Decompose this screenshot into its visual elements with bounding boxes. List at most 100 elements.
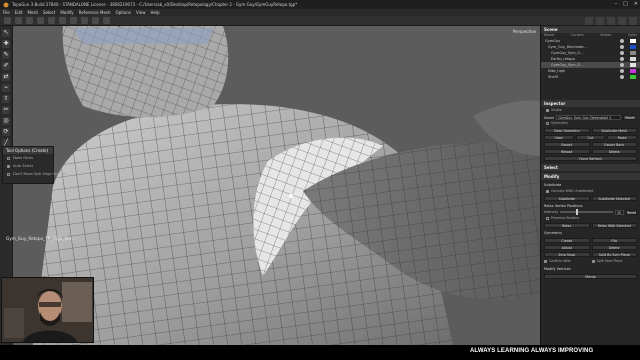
- visibility-icon[interactable]: [620, 75, 624, 79]
- scene-row[interactable]: Shell?: [541, 74, 640, 80]
- duplicate-mesh-button[interactable]: Duplicate Mesh: [591, 128, 637, 133]
- menu-file[interactable]: File: [3, 10, 10, 15]
- clear-geometry-button[interactable]: Clear Geometry: [544, 128, 590, 133]
- relax-selected-button[interactable]: Relax With Selected: [591, 223, 637, 228]
- brush-tool-icon[interactable]: ⌁: [2, 84, 10, 92]
- make-faces-option[interactable]: Make Faces: [3, 154, 53, 162]
- xray-icon[interactable]: [81, 17, 88, 24]
- paste-button[interactable]: Paste: [607, 135, 638, 140]
- color-swatch[interactable]: [630, 75, 636, 79]
- confirm-after-option[interactable]: Confirm after: [544, 258, 590, 264]
- extrude-tool-icon[interactable]: ⇧: [2, 95, 10, 103]
- open-file-icon[interactable]: [15, 17, 22, 24]
- preserve-borders-option[interactable]: Preserve Borders: [541, 215, 640, 221]
- visibility-icon[interactable]: [620, 39, 624, 43]
- color-swatch[interactable]: [630, 69, 636, 73]
- visibility-icon[interactable]: [620, 69, 624, 73]
- undo-icon[interactable]: [37, 17, 44, 24]
- color-swatch[interactable]: [630, 57, 636, 61]
- modify-section-title[interactable]: Modify: [541, 173, 640, 180]
- menu-options[interactable]: Options: [116, 10, 131, 15]
- overlay-filename: Gym_Guy_Retopo_TR_High_Ret...: [6, 236, 76, 241]
- split-sym-plane-button[interactable]: Split By Sym Plane: [591, 252, 637, 257]
- menu-help[interactable]: Help: [150, 10, 159, 15]
- intensity-track[interactable]: [560, 209, 613, 215]
- reset-button[interactable]: Reset: [623, 115, 637, 120]
- shading-icon[interactable]: [70, 17, 77, 24]
- close-icon[interactable]: ✕: [634, 1, 638, 7]
- checkbox-icon[interactable]: [546, 108, 549, 112]
- intensity-knob[interactable]: [576, 209, 579, 215]
- checkbox-icon[interactable]: [7, 156, 10, 160]
- bridge-tool-icon[interactable]: ⇄: [2, 73, 10, 81]
- checkbox-icon[interactable]: [546, 216, 549, 220]
- symmetry-toggle[interactable]: Symmetry: [541, 120, 640, 126]
- copy-button[interactable]: Copy: [544, 135, 574, 140]
- visibility-icon[interactable]: [620, 45, 624, 49]
- color-swatch[interactable]: [630, 63, 636, 67]
- redo-icon[interactable]: [48, 17, 55, 24]
- wireframe-icon[interactable]: [59, 17, 66, 24]
- flip-button[interactable]: Flip: [591, 238, 637, 243]
- create-tool-icon[interactable]: ✚: [2, 40, 10, 48]
- merge-button[interactable]: Merge: [544, 274, 637, 279]
- camera-icon[interactable]: [103, 17, 110, 24]
- dont-move-split-option[interactable]: Don't Move Split Edge Vertices: [3, 170, 67, 178]
- cut-button[interactable]: Cut: [575, 135, 606, 140]
- scene-panel-icon[interactable]: [618, 17, 626, 25]
- visible-toggle[interactable]: Visible: [541, 107, 640, 113]
- menu-mesh[interactable]: Mesh: [27, 10, 38, 15]
- delete-button[interactable]: Delete: [591, 149, 637, 154]
- grid-icon[interactable]: [92, 17, 99, 24]
- menu-reference-mesh[interactable]: Reference Mesh: [79, 10, 111, 15]
- new-file-icon[interactable]: [4, 17, 11, 24]
- camera-label[interactable]: Perspective: [513, 29, 536, 34]
- checkbox-icon[interactable]: [546, 121, 549, 125]
- inspector-panel-icon[interactable]: [629, 17, 637, 25]
- menu-edit[interactable]: Edit: [15, 10, 23, 15]
- relax-button[interactable]: Relax: [544, 223, 590, 228]
- color-swatch[interactable]: [630, 45, 636, 49]
- auto-select-option[interactable]: Auto Select: [3, 162, 53, 170]
- split-face-plane-option[interactable]: Split Face Plane: [591, 258, 638, 264]
- visibility-icon[interactable]: [620, 63, 624, 67]
- intensity-value[interactable]: 30: [615, 209, 624, 215]
- loop-tool-icon[interactable]: ⟳: [2, 128, 10, 136]
- visibility-icon[interactable]: [620, 51, 624, 55]
- subdivide-selected-button[interactable]: Subdivide Selected: [591, 196, 637, 201]
- cut-tool-icon[interactable]: ✂: [2, 106, 10, 114]
- menu-view[interactable]: View: [136, 10, 146, 15]
- checkbox-icon[interactable]: [7, 164, 10, 168]
- save-icon[interactable]: [26, 17, 33, 24]
- checkbox-icon[interactable]: [546, 189, 549, 193]
- tubes-tool-icon[interactable]: ◎: [2, 117, 10, 125]
- sym-delete-button[interactable]: Delete: [591, 245, 637, 250]
- adjust-button[interactable]: Adjust: [544, 245, 590, 250]
- select-section-title[interactable]: Select: [541, 164, 640, 171]
- export-back-button[interactable]: Export Back: [591, 142, 637, 147]
- export-button[interactable]: Export: [544, 142, 590, 147]
- checkbox-icon[interactable]: [544, 259, 547, 263]
- select-tool-icon[interactable]: ↖: [2, 29, 10, 37]
- force-refresh-button[interactable]: Force Refresh: [544, 156, 637, 161]
- reload-button[interactable]: Reload: [544, 149, 590, 154]
- checkbox-icon[interactable]: [7, 172, 10, 176]
- connect-undetected-option[interactable]: Connect With Undetected: [541, 188, 640, 194]
- panel-toggle-icon[interactable]: [596, 17, 604, 25]
- menu-select[interactable]: Select: [43, 10, 55, 15]
- maximize-icon[interactable]: □: [623, 1, 628, 7]
- visibility-icon[interactable]: [620, 57, 624, 61]
- intensity-reset-button[interactable]: Reset: [626, 209, 637, 215]
- layout-icon[interactable]: [585, 17, 593, 25]
- zero-snap-button[interactable]: Zero Snap: [544, 252, 590, 257]
- color-swatch[interactable]: [630, 39, 636, 43]
- create-button[interactable]: Create: [544, 238, 590, 243]
- checkbox-icon[interactable]: [591, 259, 595, 263]
- subdivide-button[interactable]: Subdivide: [544, 196, 590, 201]
- minimize-icon[interactable]: –: [615, 1, 618, 7]
- menu-modify[interactable]: Modify: [60, 10, 73, 15]
- settings-icon[interactable]: [607, 17, 615, 25]
- edit-tool-icon[interactable]: ✎: [2, 51, 10, 59]
- draw-tool-icon[interactable]: ✐: [2, 62, 10, 70]
- color-swatch[interactable]: [630, 51, 636, 55]
